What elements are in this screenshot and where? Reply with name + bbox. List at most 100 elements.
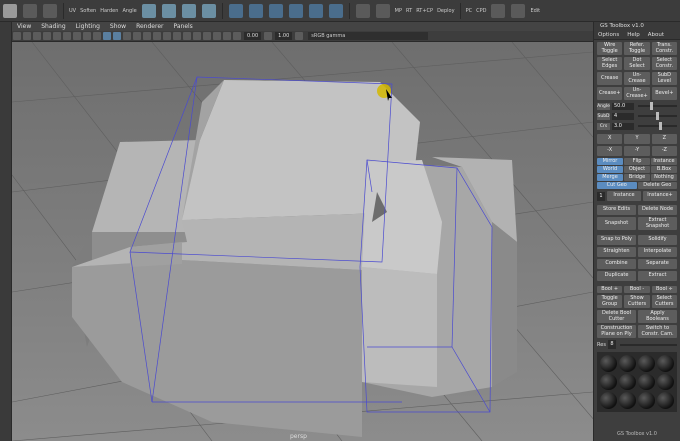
material-ball[interactable] bbox=[657, 355, 674, 372]
toggle-group-button[interactable]: Toggle Group bbox=[597, 295, 623, 308]
gamma-icon[interactable] bbox=[264, 32, 273, 40]
resolution-gate-icon[interactable] bbox=[73, 32, 81, 40]
curve-icon[interactable] bbox=[228, 3, 243, 18]
material-ball[interactable] bbox=[600, 373, 617, 391]
subd-field[interactable]: 4 bbox=[612, 112, 634, 120]
store-edits-button[interactable]: Store Edits bbox=[597, 205, 636, 215]
subd-level-button[interactable]: SubD Level bbox=[651, 72, 677, 85]
uncrease-button[interactable]: Un- Crease bbox=[624, 72, 650, 85]
xray-joints-icon[interactable] bbox=[213, 32, 221, 40]
axis-neg-y-button[interactable]: -Y bbox=[624, 146, 650, 156]
bookmark-icon[interactable] bbox=[33, 32, 41, 40]
material-ball[interactable] bbox=[638, 355, 655, 372]
field-chart-icon[interactable] bbox=[93, 32, 101, 40]
shelf-label-rtcp[interactable]: RT+CP bbox=[416, 8, 433, 14]
film-gate-icon[interactable] bbox=[63, 32, 71, 40]
mirror-icon[interactable] bbox=[355, 3, 370, 18]
material-ball[interactable] bbox=[657, 392, 674, 409]
shelf-label-rt[interactable]: RT bbox=[406, 8, 412, 14]
crease-slider[interactable]: Crs 3.0 bbox=[594, 122, 680, 130]
menu-panels[interactable]: Panels bbox=[173, 23, 192, 30]
shelf-label-edit[interactable]: Edit bbox=[530, 8, 540, 14]
shadows-icon[interactable] bbox=[153, 32, 161, 40]
shelf-label-mp[interactable]: MP bbox=[395, 8, 402, 14]
show-cutters-button[interactable]: Show Cutters bbox=[624, 295, 650, 308]
mirror-button[interactable]: Mirror bbox=[597, 158, 623, 165]
straighten-button[interactable]: Straighten bbox=[597, 247, 636, 257]
combine-button[interactable]: Combine bbox=[597, 259, 636, 269]
material-ball[interactable] bbox=[638, 392, 655, 409]
solidify-button[interactable]: Solidify bbox=[638, 235, 677, 245]
viewport-3d[interactable]: persp bbox=[12, 42, 593, 441]
instance-count-field[interactable]: 1 bbox=[597, 191, 605, 201]
refer-toggle-button[interactable]: Refer. Toggle bbox=[624, 42, 650, 55]
brush-icon[interactable] bbox=[491, 3, 506, 18]
snap-to-poly-button[interactable]: Snap to Poly bbox=[597, 235, 636, 245]
ao-icon[interactable] bbox=[163, 32, 171, 40]
instance-plus-button[interactable]: Instance+ bbox=[643, 191, 677, 201]
material-ball[interactable] bbox=[600, 355, 617, 372]
select-constr-button[interactable]: Select Constr. bbox=[651, 57, 677, 70]
wave-icon[interactable] bbox=[248, 3, 263, 18]
gamma-field[interactable]: 1.00 bbox=[275, 32, 293, 40]
menu-view[interactable]: View bbox=[17, 23, 31, 30]
menu-shading[interactable]: Shading bbox=[41, 23, 65, 30]
crease-thumb[interactable] bbox=[659, 122, 663, 130]
delete-bool-cutter-button[interactable]: Delete Bool Cutter bbox=[597, 310, 636, 323]
subd-slider[interactable]: SubD 4 bbox=[594, 112, 680, 120]
subd-track[interactable] bbox=[638, 112, 677, 120]
res-field[interactable]: 8 bbox=[607, 340, 616, 349]
loop-icon[interactable] bbox=[328, 3, 343, 18]
shelf-label-pc[interactable]: PC bbox=[466, 8, 473, 14]
trans-constr-button[interactable]: Trans. Constr. bbox=[651, 42, 677, 55]
isolate-icon[interactable] bbox=[193, 32, 201, 40]
duplicate-button[interactable]: Duplicate bbox=[597, 271, 636, 281]
select-edges-button[interactable]: Select Edges bbox=[597, 57, 623, 70]
shelf-label-uv[interactable]: UV bbox=[69, 8, 76, 14]
cut-geo-button[interactable]: Cut Geo bbox=[597, 182, 637, 189]
menu-renderer[interactable]: Renderer bbox=[136, 23, 163, 30]
tab-help[interactable]: Help bbox=[627, 32, 640, 38]
twist-icon[interactable] bbox=[268, 3, 283, 18]
grid-icon[interactable] bbox=[375, 3, 390, 18]
select-cutters-button[interactable]: Select Cutters bbox=[651, 295, 677, 308]
world-button[interactable]: World bbox=[597, 166, 623, 173]
exposure-icon[interactable] bbox=[233, 32, 241, 40]
wireframe-icon[interactable] bbox=[103, 32, 111, 40]
default-material-icon[interactable] bbox=[123, 32, 131, 40]
interpolate-button[interactable]: Interpolate bbox=[638, 247, 677, 257]
select-tool-icon[interactable] bbox=[3, 3, 17, 18]
axis-x-button[interactable]: X bbox=[597, 134, 623, 144]
gate-mask-icon[interactable] bbox=[83, 32, 91, 40]
material-ball[interactable] bbox=[619, 355, 636, 372]
uncrease-plus-button[interactable]: Un- Crease+ bbox=[624, 87, 650, 100]
material-ball[interactable] bbox=[619, 373, 636, 391]
xray-icon[interactable] bbox=[203, 32, 211, 40]
aa-icon[interactable] bbox=[183, 32, 191, 40]
bridge-icon[interactable] bbox=[181, 3, 196, 18]
knot-icon[interactable] bbox=[308, 3, 323, 18]
material-ball[interactable] bbox=[657, 373, 674, 391]
extrude-icon[interactable] bbox=[161, 3, 176, 18]
exposure-field[interactable]: 0.00 bbox=[244, 32, 262, 40]
textured-icon[interactable] bbox=[133, 32, 141, 40]
switch-constr-cam-button[interactable]: Switch to Constr. Cam. bbox=[638, 325, 677, 338]
extract-snapshot-button[interactable]: Extract Snapshot bbox=[638, 217, 677, 230]
camera-attr-icon[interactable] bbox=[23, 32, 31, 40]
material-ball[interactable] bbox=[600, 392, 617, 409]
angle-track[interactable] bbox=[638, 102, 677, 110]
snapshot-button[interactable]: Snapshot bbox=[597, 217, 636, 230]
grid-toggle-icon[interactable] bbox=[53, 32, 61, 40]
motion-blur-icon[interactable] bbox=[173, 32, 181, 40]
merge-button[interactable]: Merge bbox=[597, 174, 623, 181]
spiral-icon[interactable] bbox=[288, 3, 303, 18]
instance-mode-button[interactable]: Instance bbox=[651, 158, 677, 165]
image-plane-icon[interactable] bbox=[43, 32, 51, 40]
mesh-icon[interactable] bbox=[511, 3, 526, 18]
delete-geo-button[interactable]: Delete Geo bbox=[637, 182, 677, 189]
crease-button[interactable]: Crease bbox=[597, 72, 623, 85]
wire-toggle-button[interactable]: Wire Toggle bbox=[597, 42, 623, 55]
res-slider-track[interactable] bbox=[619, 343, 677, 346]
color-management-icon[interactable] bbox=[295, 32, 304, 40]
flip-button[interactable]: Flip bbox=[624, 158, 650, 165]
